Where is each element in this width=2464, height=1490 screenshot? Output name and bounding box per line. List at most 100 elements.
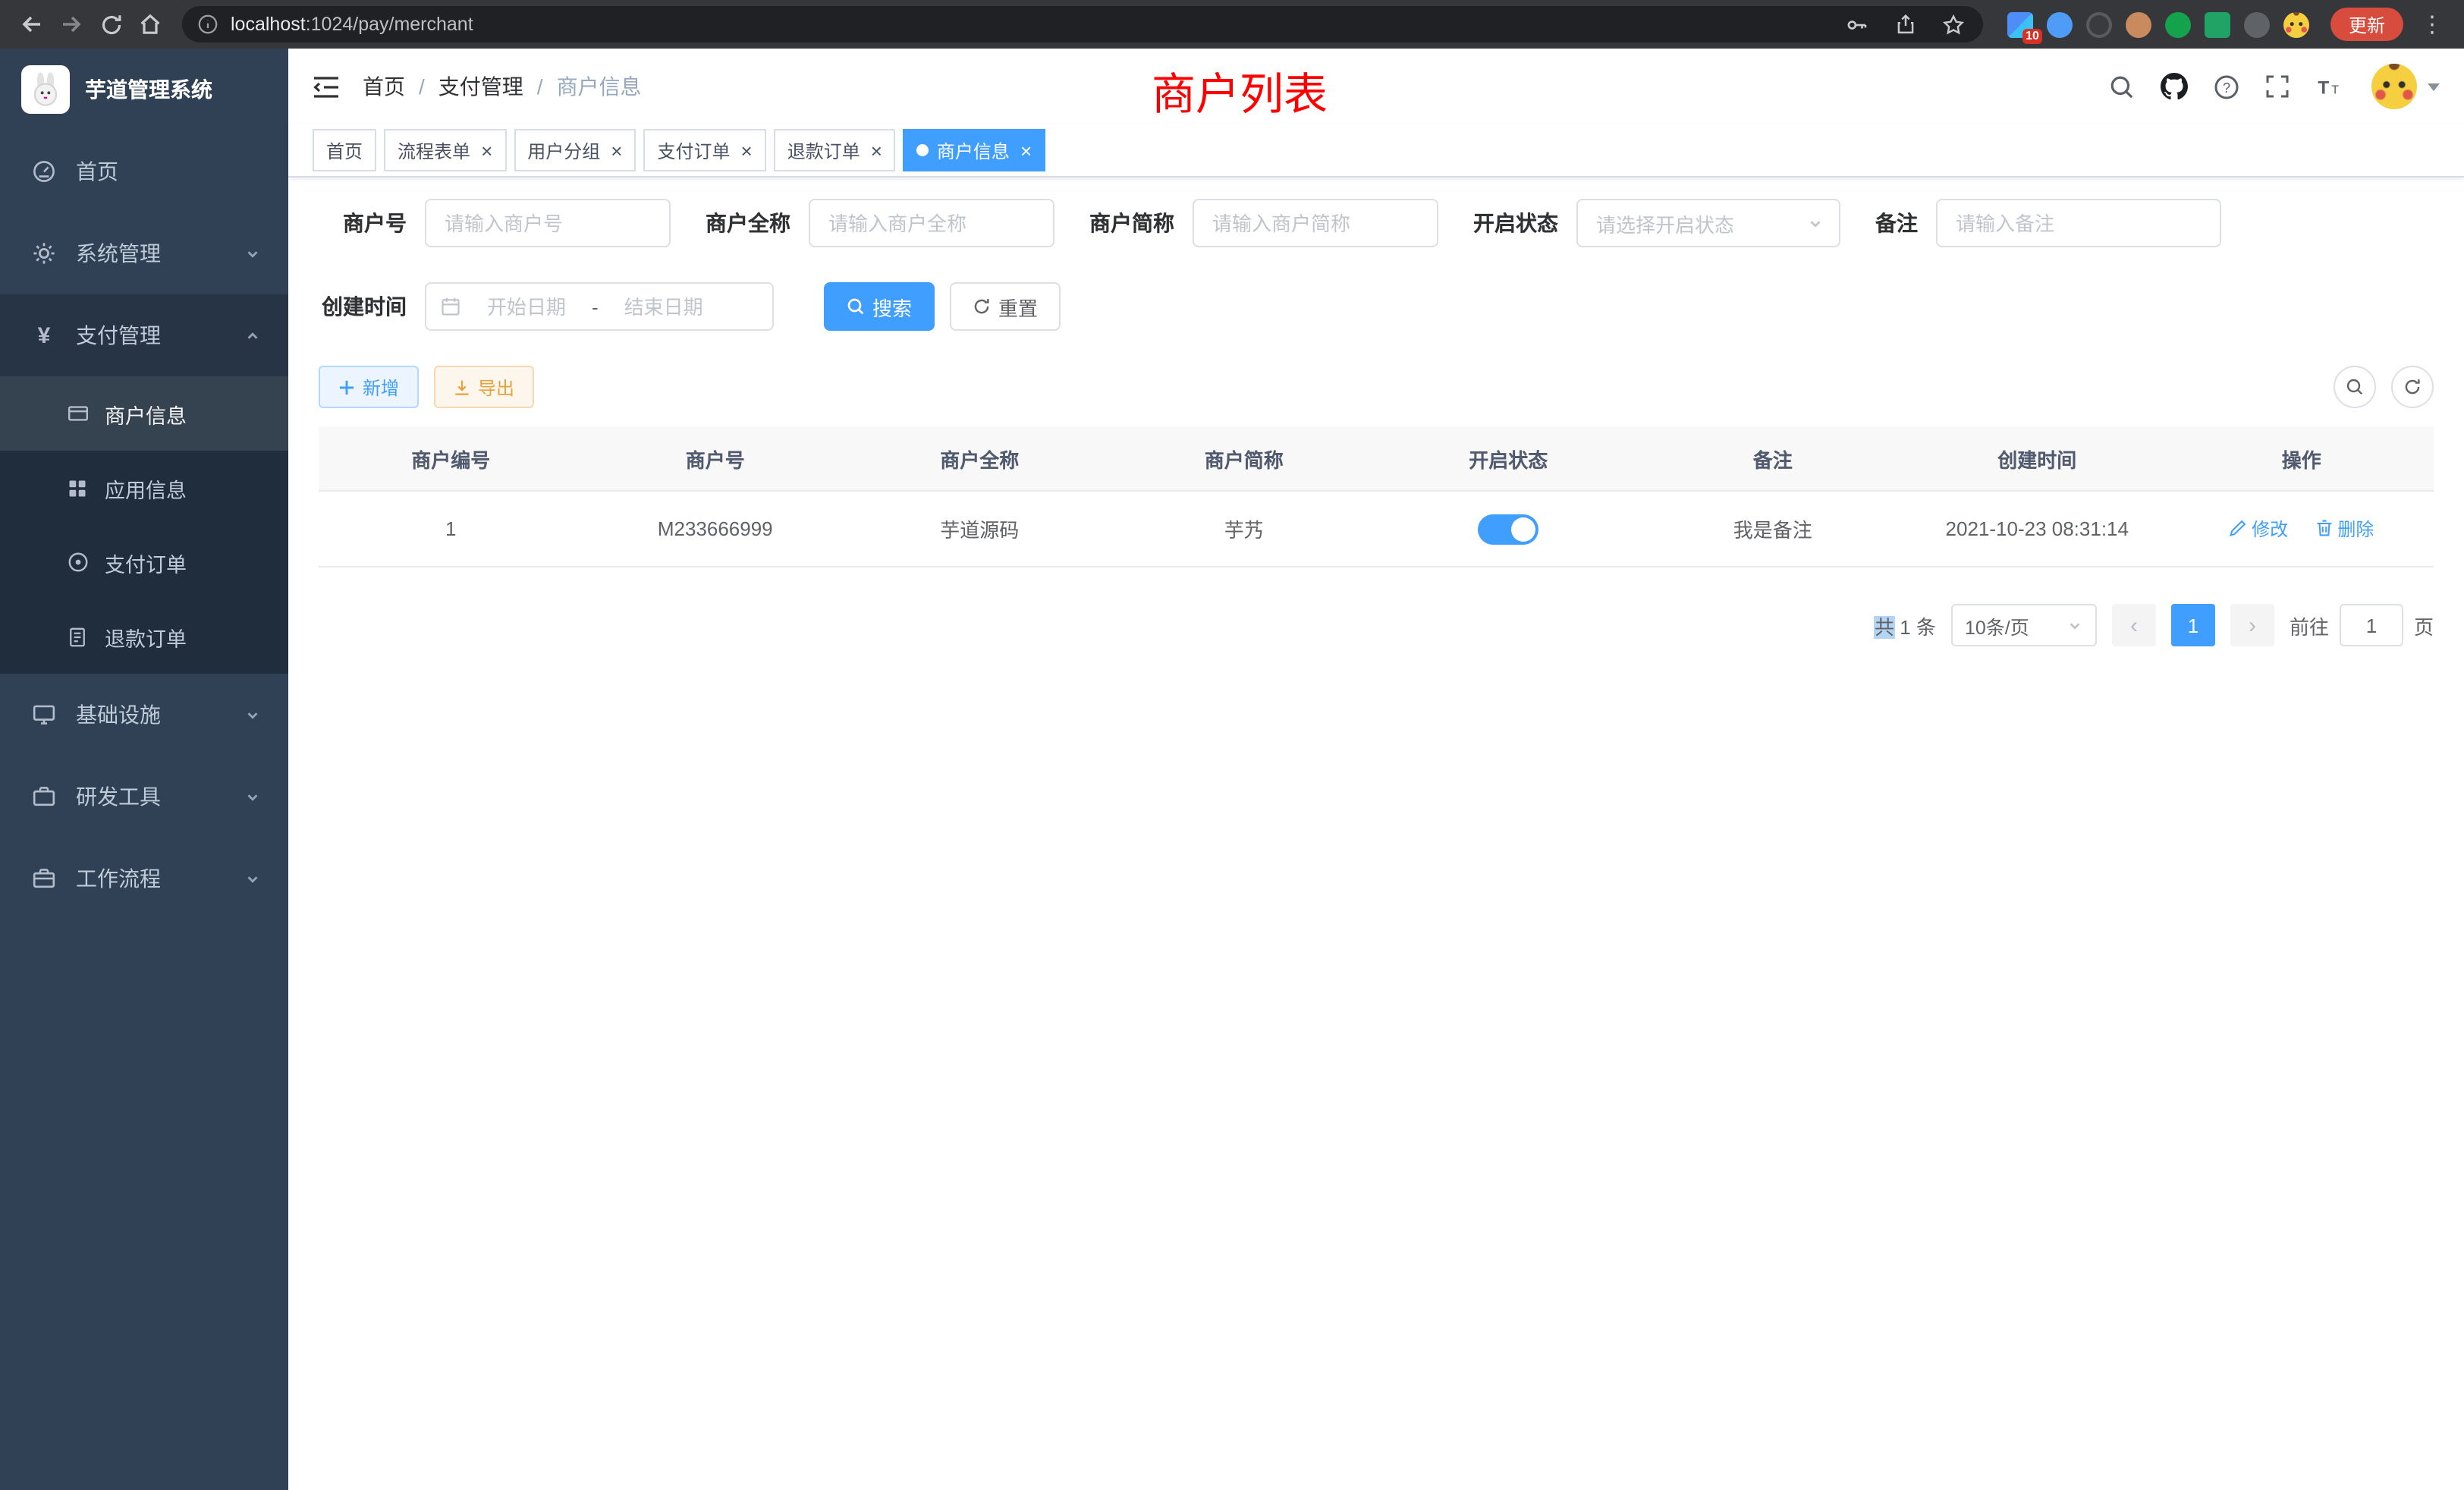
extension-icon[interactable]	[2086, 11, 2112, 37]
sidebar-item-refund-order[interactable]: 退款订单	[0, 599, 288, 674]
extension-icon[interactable]	[2165, 11, 2191, 37]
breadcrumb-separator: /	[537, 74, 543, 99]
delete-button[interactable]: 删除	[2315, 516, 2374, 542]
field-label: 开启状态	[1473, 208, 1558, 238]
edit-button[interactable]: 修改	[2229, 516, 2288, 542]
sidebar-item-merchant-info[interactable]: 商户信息	[0, 376, 288, 451]
search-icon[interactable]	[2109, 74, 2135, 99]
profile-avatar-icon[interactable]	[2283, 11, 2309, 37]
action-label: 修改	[2252, 516, 2288, 542]
svg-text:?: ?	[2223, 80, 2230, 95]
column-header-short-name: 商户简称	[1112, 426, 1377, 491]
sidebar-collapse-icon[interactable]	[313, 75, 340, 98]
download-icon	[454, 379, 470, 395]
browser-update-button[interactable]: 更新	[2330, 8, 2403, 41]
search-button[interactable]: 搜索	[824, 282, 935, 331]
date-start-input[interactable]	[466, 294, 587, 319]
user-menu[interactable]	[2371, 64, 2440, 109]
close-icon[interactable]: ×	[871, 140, 882, 160]
next-page-button[interactable]: ›	[2230, 604, 2274, 646]
page-size-select[interactable]: 10条/页	[1951, 604, 2097, 646]
status-select[interactable]: 请选择开启状态	[1576, 199, 1840, 247]
browser-back-button[interactable]	[12, 5, 52, 44]
github-icon[interactable]	[2161, 73, 2188, 100]
app-logo[interactable]: 芋道管理系统	[0, 49, 288, 130]
sidebar-item-infrastructure[interactable]: 基础设施	[0, 674, 288, 756]
extension-icon[interactable]	[2205, 11, 2230, 37]
sidebar-item-payment[interactable]: ¥ 支付管理	[0, 294, 288, 376]
close-icon[interactable]: ×	[1020, 140, 1032, 160]
status-toggle[interactable]	[1478, 514, 1538, 544]
main-area: 首页 / 支付管理 / 商户信息 商户列表 ?	[288, 49, 2464, 1490]
tags-view: 首页 流程表单 × 用户分组 × 支付订单 × 退款订单 ×	[288, 124, 2464, 178]
extension-icon[interactable]	[2047, 11, 2073, 37]
address-bar[interactable]: localhost:1024/pay/merchant	[182, 6, 1983, 42]
table-header-row: 商户编号 商户号 商户全称 商户简称 开启状态 备注 创建时间 操作	[319, 426, 2434, 491]
tab-home[interactable]: 首页	[313, 129, 376, 171]
reset-button[interactable]: 重置	[950, 282, 1061, 331]
tab-process-form[interactable]: 流程表单 ×	[384, 129, 506, 171]
card-icon	[64, 402, 91, 425]
fullscreen-icon[interactable]	[2265, 74, 2290, 99]
extension-icon[interactable]: 10	[2007, 11, 2033, 37]
browser-menu-icon[interactable]: ⋮	[2412, 5, 2452, 44]
plus-icon	[338, 379, 355, 395]
url-text: localhost:1024/pay/merchant	[231, 14, 1828, 35]
browser-reload-button[interactable]	[91, 5, 130, 44]
font-size-icon[interactable]: TT	[2315, 74, 2341, 99]
sidebar-item-system[interactable]: 系统管理	[0, 212, 288, 294]
gear-icon	[27, 241, 61, 266]
bookmark-star-icon[interactable]	[1934, 5, 1974, 44]
date-range-picker[interactable]: -	[425, 282, 774, 331]
menu-label: 基础设施	[76, 699, 161, 730]
full-name-input[interactable]	[809, 199, 1054, 247]
svg-text:T: T	[2318, 77, 2329, 98]
browser-forward-button[interactable]	[52, 5, 91, 44]
close-icon[interactable]: ×	[741, 140, 753, 160]
url-host: localhost	[231, 14, 306, 35]
sidebar-item-dev-tools[interactable]: 研发工具	[0, 756, 288, 838]
prev-page-button[interactable]: ‹	[2112, 604, 2156, 646]
breadcrumb-home[interactable]: 首页	[363, 71, 405, 102]
trash-icon	[2315, 520, 2333, 538]
sidebar-item-home[interactable]: 首页	[0, 130, 288, 212]
site-info-icon[interactable]	[197, 14, 218, 35]
tab-pay-order[interactable]: 支付订单 ×	[643, 129, 765, 171]
close-icon[interactable]: ×	[611, 140, 622, 160]
sidebar-item-workflow[interactable]: 工作流程	[0, 838, 288, 919]
tab-merchant-info[interactable]: 商户信息 ×	[904, 129, 1045, 171]
remark-input[interactable]	[1936, 199, 2221, 247]
browser-home-button[interactable]	[130, 5, 170, 44]
merchant-no-input[interactable]	[425, 199, 671, 247]
share-icon[interactable]	[1886, 5, 1925, 44]
help-icon[interactable]: ?	[2214, 74, 2239, 99]
sidebar-item-app-info[interactable]: 应用信息	[0, 451, 288, 525]
field-label: 创建时间	[319, 291, 407, 322]
export-button[interactable]: 导出	[434, 366, 534, 408]
cell-short-name: 芋艿	[1112, 491, 1377, 567]
screen: localhost:1024/pay/merchant 10	[0, 0, 2464, 1490]
add-button[interactable]: 新增	[319, 366, 419, 408]
refresh-table-button[interactable]	[2391, 366, 2434, 408]
password-key-icon[interactable]	[1837, 5, 1877, 44]
pagination: 共 1 条 10条/页 ‹ 1 › 前往 页	[319, 604, 2434, 646]
filter-status: 开启状态 请选择开启状态	[1473, 199, 1840, 247]
field-label: 商户号	[319, 208, 407, 238]
date-end-input[interactable]	[603, 294, 724, 319]
goto-page-input[interactable]	[2340, 604, 2403, 646]
short-name-input[interactable]	[1193, 199, 1438, 247]
tab-user-group[interactable]: 用户分组 ×	[514, 129, 636, 171]
toggle-search-button[interactable]	[2334, 366, 2376, 408]
tab-label: 商户信息	[937, 137, 1010, 163]
chevron-down-icon	[244, 788, 261, 805]
sidebar-item-pay-order[interactable]: 支付订单	[0, 525, 288, 599]
tab-refund-order[interactable]: 退款订单 ×	[774, 129, 896, 171]
chevron-down-icon	[1807, 215, 1824, 231]
page-1-button[interactable]: 1	[2171, 604, 2215, 646]
app-window: 芋道管理系统 首页 系统管理	[0, 49, 2464, 1490]
breadcrumb-payment[interactable]: 支付管理	[438, 71, 523, 102]
extension-icon[interactable]	[2244, 11, 2270, 37]
extension-icon[interactable]	[2126, 11, 2151, 37]
action-label: 删除	[2337, 516, 2374, 542]
close-icon[interactable]: ×	[481, 140, 492, 160]
